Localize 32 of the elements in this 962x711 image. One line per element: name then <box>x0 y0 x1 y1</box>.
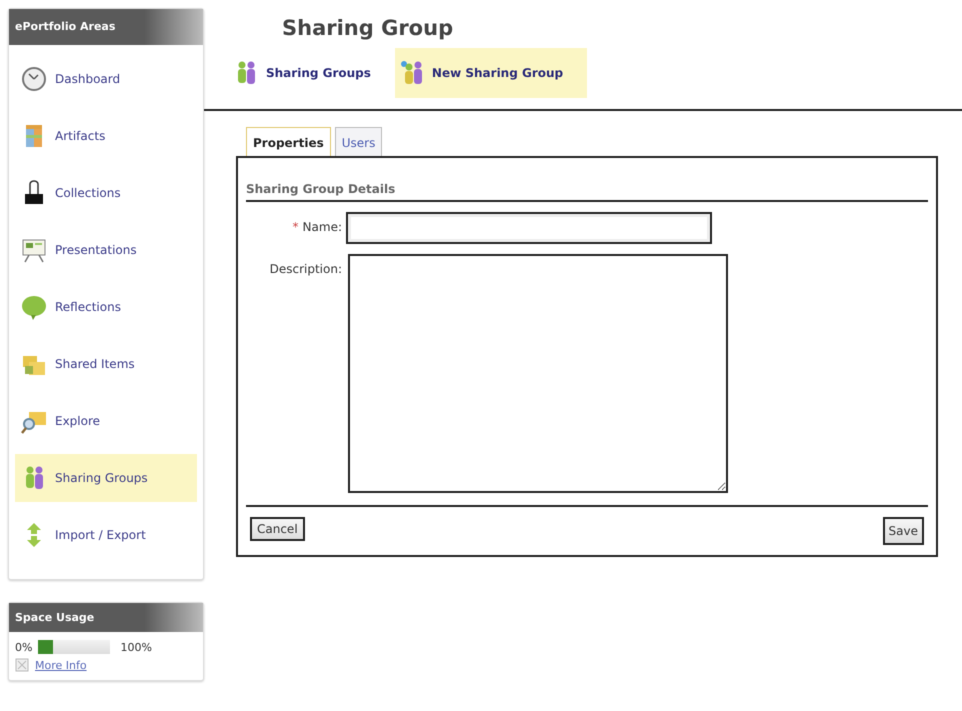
nav-link[interactable]: New Sharing Group <box>394 48 588 98</box>
speech-bubble-icon <box>21 294 47 320</box>
sidebar-item[interactable]: Reflections <box>15 283 197 331</box>
sidebar-item[interactable]: Explore <box>15 397 197 445</box>
panel-header: ePortfolio Areas <box>9 9 203 45</box>
presentation-board-icon <box>21 237 47 263</box>
name-field[interactable] <box>346 212 712 244</box>
sidebar-item[interactable]: Import / Export <box>15 511 197 559</box>
usage-min-label: 0% <box>15 640 32 654</box>
section-heading: Sharing Group Details <box>246 182 928 202</box>
sidebar-item[interactable]: Dashboard <box>15 55 197 103</box>
required-mark: * <box>292 220 299 234</box>
tab[interactable]: Properties <box>246 127 331 156</box>
cancel-button[interactable]: Cancel <box>250 517 305 541</box>
panel-header: Space Usage <box>9 603 203 632</box>
sidebar-item[interactable]: Shared Items <box>15 340 197 388</box>
usage-max-label: 100% <box>120 640 152 654</box>
info-icon <box>15 658 29 672</box>
sidebar-item[interactable]: Presentations <box>15 226 197 274</box>
field-label: Description: <box>270 262 342 276</box>
clock-icon <box>21 66 47 92</box>
nav-link[interactable]: Sharing Groups <box>229 48 379 98</box>
sidebar-item[interactable]: Artifacts <box>15 112 197 160</box>
sidebar-item[interactable]: Collections <box>15 169 197 217</box>
tab[interactable]: Users <box>334 127 382 156</box>
sidebar-item[interactable]: Sharing Groups <box>15 454 197 502</box>
field-label: Name: <box>302 220 342 234</box>
page-title: Sharing Group <box>282 16 454 40</box>
save-button[interactable]: Save <box>882 517 924 545</box>
people-add-icon <box>398 60 425 86</box>
more-info-link[interactable]: More Info <box>35 658 87 672</box>
description-field[interactable] <box>348 254 728 493</box>
